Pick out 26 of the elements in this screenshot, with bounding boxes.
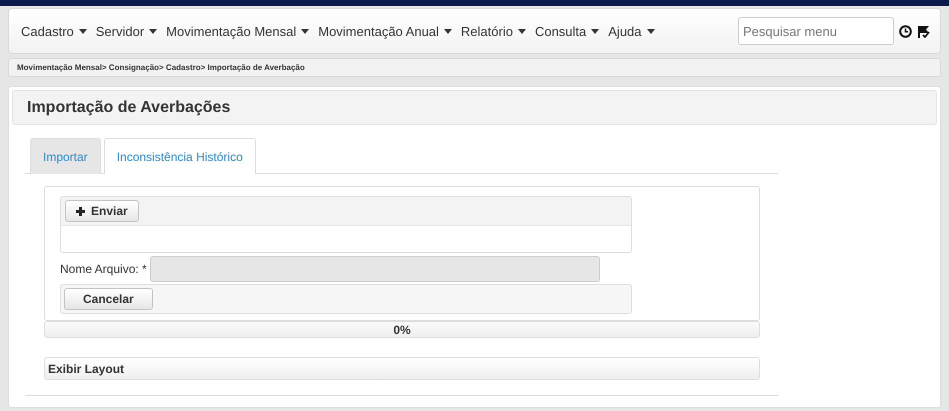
caret-icon: [149, 28, 158, 34]
caret-icon: [444, 28, 452, 34]
search-field[interactable]: Pesquisar menu: [738, 17, 894, 45]
menu-item[interactable]: Movimentação Anual: [318, 24, 452, 38]
menu-item[interactable]: Ajuda: [608, 24, 655, 38]
menu-item[interactable]: Servidor: [96, 24, 158, 38]
cancel-button[interactable]: Cancelar: [64, 288, 153, 310]
page-title: Importação de Averbações: [27, 98, 230, 116]
plus-icon: [76, 206, 85, 216]
send-button[interactable]: Enviar: [65, 200, 139, 222]
breadcrumb: Movimentação Mensal> Consignação> Cadastro> Importação de Averbação: [17, 63, 305, 72]
tab[interactable]: Inconsistência Histórico: [104, 138, 256, 174]
menu-item[interactable]: Cadastro: [21, 24, 87, 38]
clock-icon[interactable]: [899, 24, 912, 38]
progress-reading: 0%: [393, 323, 411, 337]
caret-icon: [301, 28, 310, 34]
caret-icon: [518, 28, 526, 34]
caret-icon: [646, 28, 655, 34]
caret-icon: [591, 28, 600, 34]
menu-item[interactable]: Relatório: [460, 24, 526, 38]
layout-panel-header[interactable]: Exibir Layout: [44, 357, 760, 380]
flag-check-icon[interactable]: [917, 24, 930, 38]
file-name-label: Nome Arquivo: *: [60, 262, 147, 276]
menu-item[interactable]: Consulta: [534, 24, 600, 38]
menu-item[interactable]: Movimentação Mensal: [166, 24, 310, 38]
caret-icon: [78, 28, 87, 34]
